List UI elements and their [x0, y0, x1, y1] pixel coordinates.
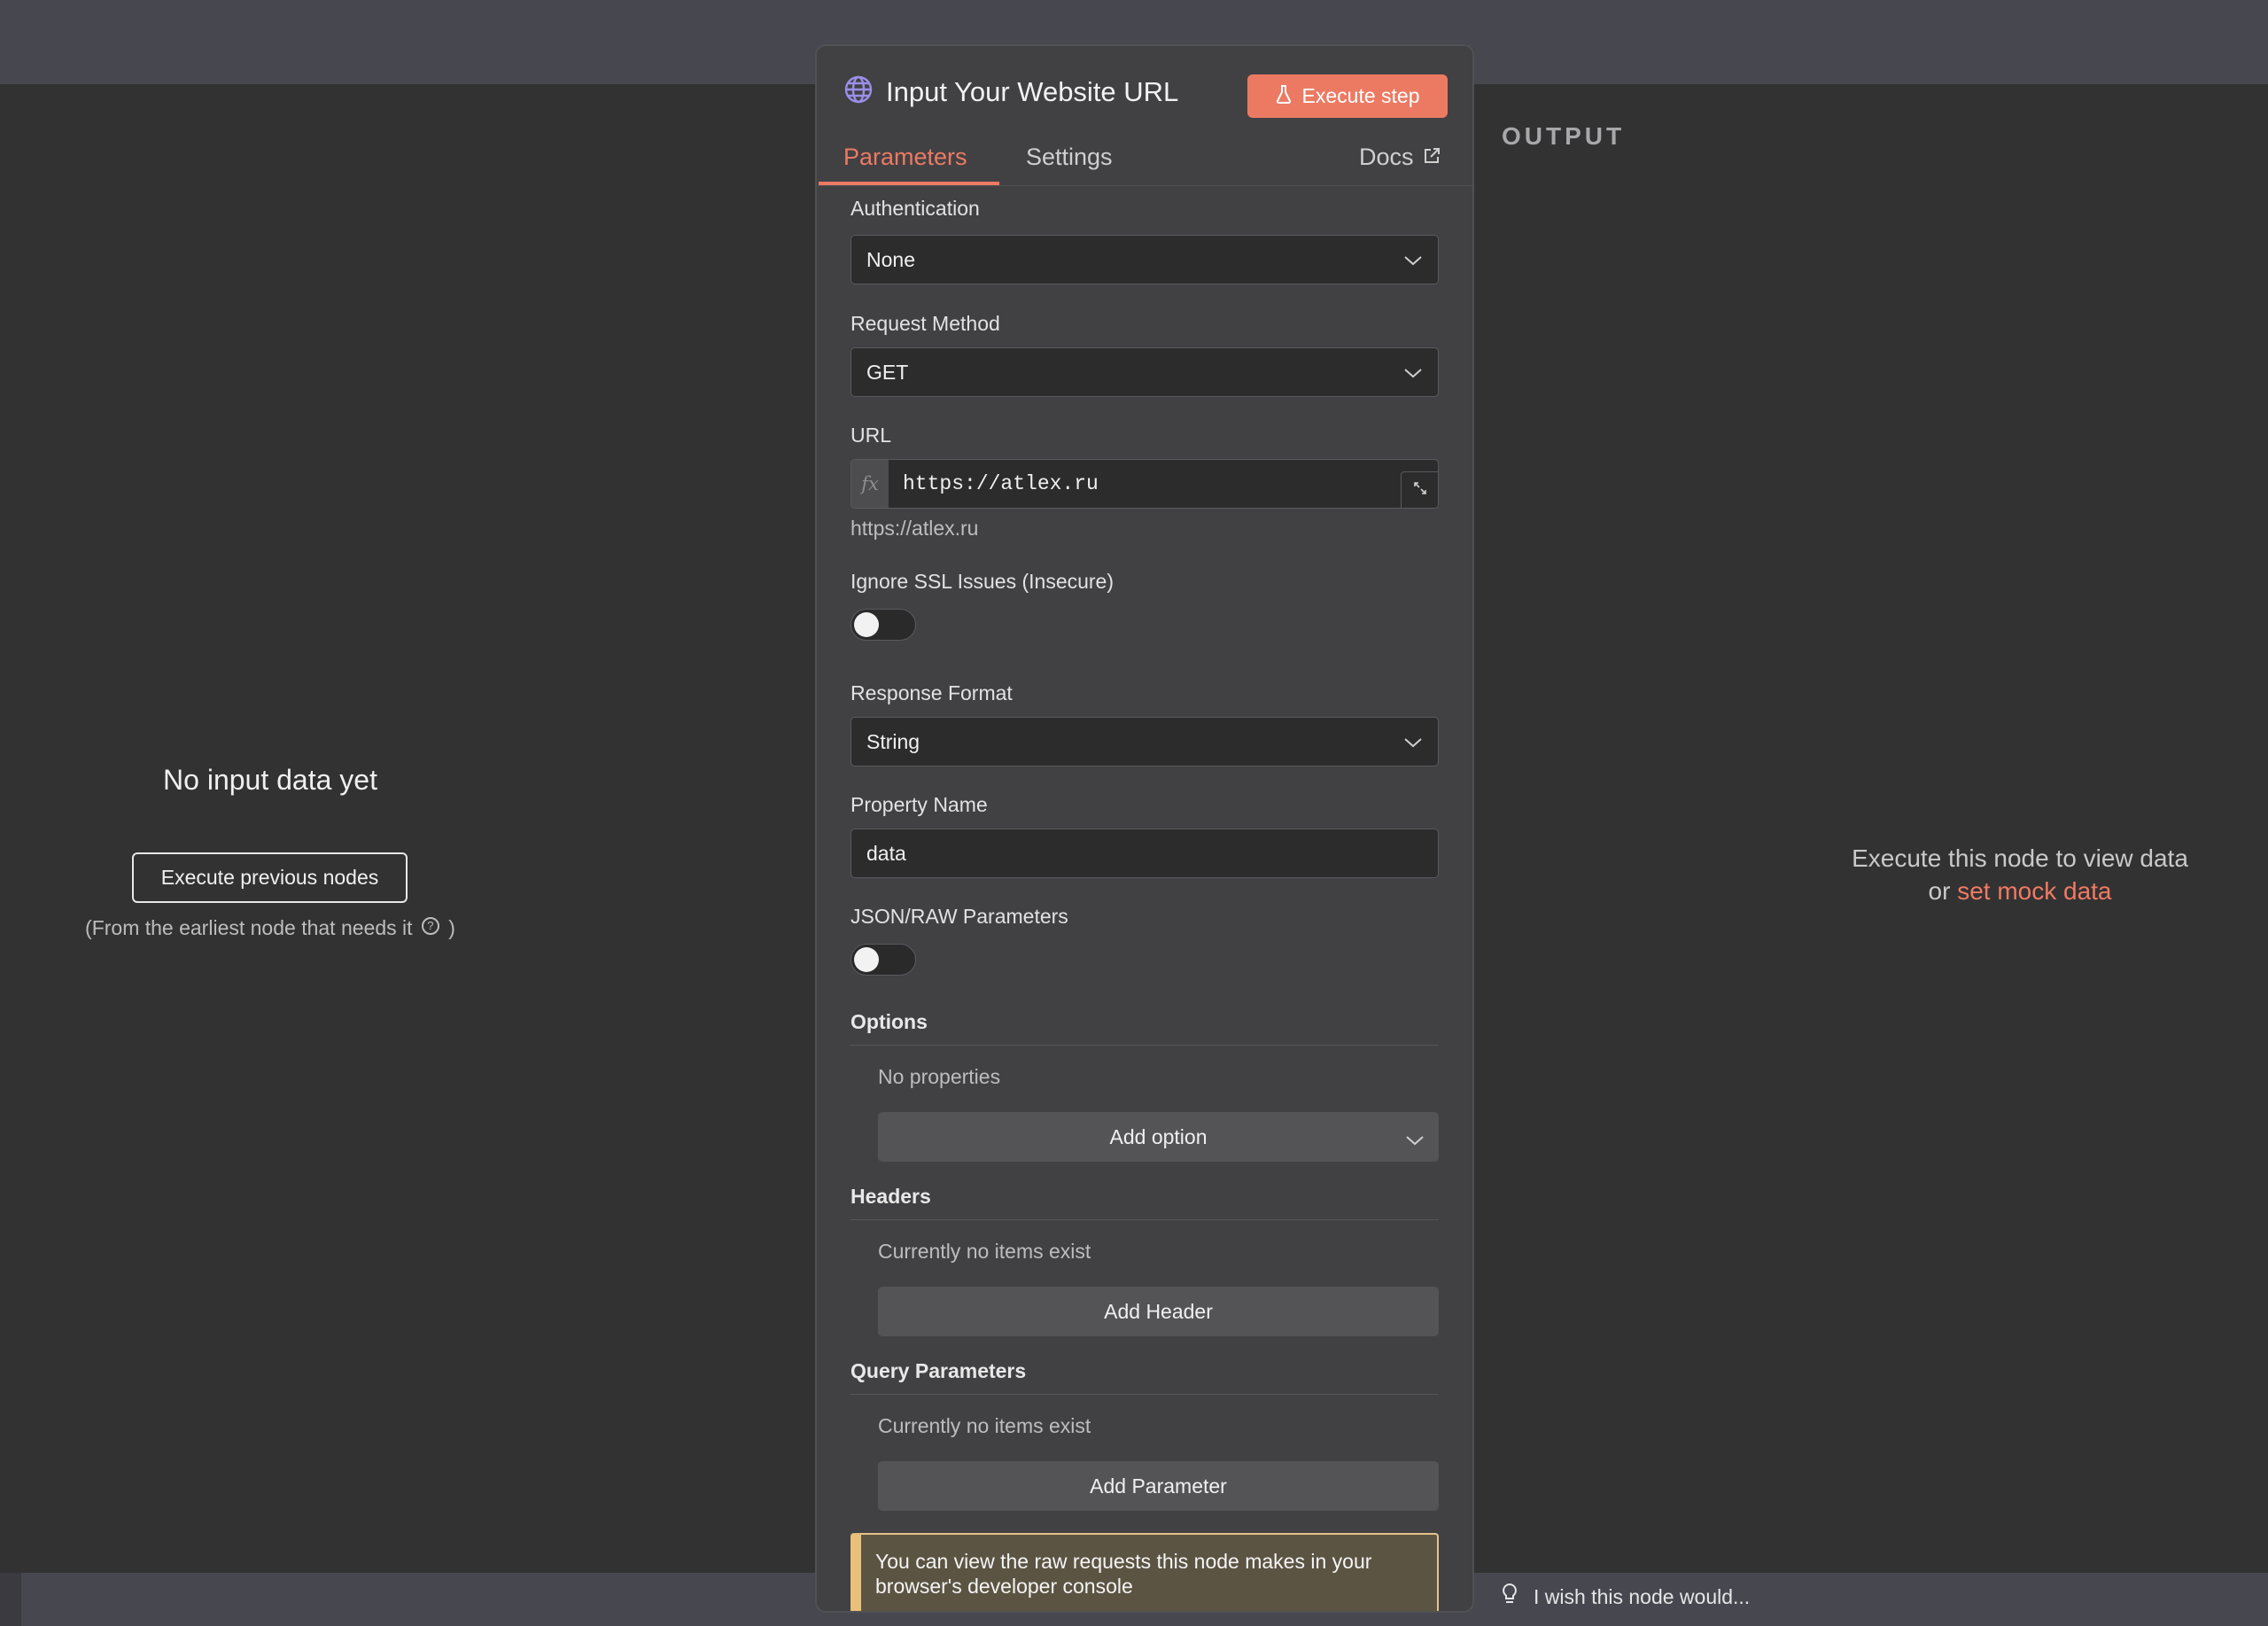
earliest-node-note-suffix: ) [448, 916, 455, 939]
ignore-ssl-label: Ignore SSL Issues (Insecure) [850, 570, 1115, 593]
output-hint-second-line: or set mock data [1772, 875, 2268, 907]
node-title-row: Input Your Website URL [843, 74, 1178, 109]
headers-section-title: Headers [850, 1185, 1439, 1220]
output-hint-or: or [1928, 877, 1951, 905]
url-preview: https://atlex.ru [850, 517, 979, 540]
earliest-node-note-prefix: (From the earliest node that needs it [85, 916, 413, 939]
url-label: URL [850, 424, 892, 447]
add-parameter-button[interactable]: Add Parameter [878, 1461, 1439, 1511]
options-empty-text: No properties [878, 1065, 1001, 1088]
property-name-label: Property Name [850, 793, 988, 816]
authentication-value: None [866, 247, 915, 271]
tab-parameters[interactable]: Parameters [843, 144, 967, 171]
authentication-label: Authentication [850, 197, 980, 220]
url-value[interactable]: https://atlex.ru [903, 460, 1099, 508]
developer-console-notice: You can view the raw requests this node … [850, 1533, 1439, 1611]
chevron-down-icon [1405, 1128, 1425, 1152]
node-title[interactable]: Input Your Website URL [886, 76, 1178, 108]
external-link-icon [1423, 144, 1441, 171]
lightbulb-icon [1502, 1583, 1518, 1611]
output-pane [1474, 84, 2268, 1573]
earliest-node-note: (From the earliest node that needs it ? … [0, 916, 540, 940]
tabs-divider [817, 185, 1472, 186]
add-header-button[interactable]: Add Header [878, 1287, 1439, 1336]
headers-empty-text: Currently no items exist [878, 1240, 1091, 1263]
response-format-value: String [866, 729, 920, 753]
chevron-down-icon [1403, 730, 1423, 754]
chevron-down-icon [1403, 361, 1423, 385]
execute-step-label: Execute step [1301, 84, 1420, 107]
add-option-label: Add option [1109, 1124, 1208, 1148]
node-settings-panel: Input Your Website URL Execute step Para… [815, 44, 1474, 1613]
toggle-knob [854, 612, 879, 637]
url-input[interactable]: fx https://atlex.ru [850, 459, 1439, 509]
add-option-button[interactable]: Add option [878, 1112, 1439, 1162]
query-parameters-empty-text: Currently no items exist [878, 1414, 1091, 1437]
flask-icon [1276, 84, 1292, 109]
request-method-select[interactable]: GET [850, 347, 1439, 397]
docs-label: Docs [1359, 144, 1414, 170]
set-mock-data-link[interactable]: set mock data [1957, 877, 2111, 905]
expression-fx-icon: fx [851, 460, 889, 508]
feedback-text: I wish this node would... [1534, 1584, 1751, 1608]
input-pane [0, 84, 817, 1573]
response-format-select[interactable]: String [850, 717, 1439, 766]
options-section-title: Options [850, 1010, 1439, 1046]
request-method-value: GET [866, 360, 909, 384]
execute-step-button[interactable]: Execute step [1247, 74, 1448, 118]
output-label: OUTPUT [1502, 122, 1626, 150]
json-raw-toggle[interactable] [850, 944, 916, 976]
tab-settings[interactable]: Settings [1026, 144, 1113, 171]
query-parameters-section-title: Query Parameters [850, 1359, 1439, 1395]
ignore-ssl-toggle[interactable] [850, 609, 916, 641]
bottom-bar-edge [0, 1573, 21, 1626]
no-input-heading: No input data yet [163, 764, 377, 796]
docs-link[interactable]: Docs [1359, 144, 1441, 171]
property-name-input[interactable]: data [850, 829, 1439, 878]
json-raw-label: JSON/RAW Parameters [850, 905, 1068, 928]
output-hint-line: Execute this node to view data [1852, 844, 2188, 872]
globe-icon [843, 74, 874, 109]
request-method-label: Request Method [850, 312, 1000, 335]
panel-header: Input Your Website URL Execute step Para… [817, 46, 1472, 186]
response-format-label: Response Format [850, 681, 1013, 704]
expand-icon [1413, 481, 1427, 500]
toggle-knob [854, 947, 879, 972]
node-tabs: Parameters Settings Docs [817, 135, 1472, 186]
output-empty-hint: Execute this node to view data or set mo… [1772, 842, 2268, 907]
chevron-down-icon [1403, 248, 1423, 272]
property-name-value: data [866, 841, 906, 865]
question-circle-icon[interactable]: ? [421, 917, 439, 935]
node-feedback[interactable]: I wish this node would... [1502, 1583, 1750, 1611]
authentication-select[interactable]: None [850, 235, 1439, 284]
expand-editor-button[interactable] [1401, 471, 1438, 508]
execute-previous-nodes-button[interactable]: Execute previous nodes [132, 852, 408, 903]
